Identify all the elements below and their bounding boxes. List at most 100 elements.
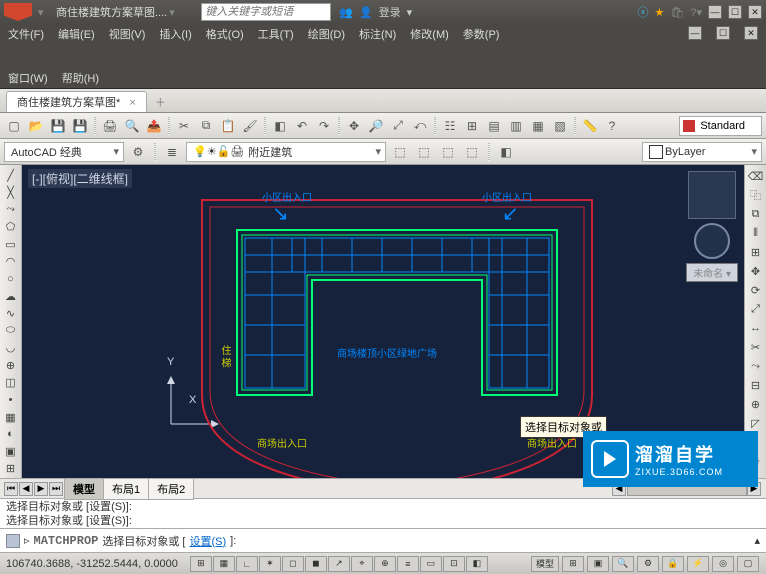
ducs-toggle[interactable]: ⌖	[351, 556, 373, 572]
rectangle-icon[interactable]: ▭	[2, 236, 20, 252]
scale-icon[interactable]: ⤢	[747, 300, 765, 318]
layer-tool-3-icon[interactable]: ⬚	[438, 142, 458, 162]
cut-icon[interactable]: ✂	[174, 116, 194, 136]
isolate-icon[interactable]: ◎	[712, 556, 734, 572]
polygon-icon[interactable]: ⬠	[2, 219, 20, 235]
command-icon[interactable]	[6, 534, 20, 548]
point-icon[interactable]: •	[2, 392, 20, 408]
publish-icon[interactable]: 📤	[144, 116, 164, 136]
spline-icon[interactable]: ∿	[2, 305, 20, 321]
dyn-toggle[interactable]: ⊕	[374, 556, 396, 572]
pan-icon[interactable]: ✥	[344, 116, 364, 136]
tab-prev-icon[interactable]: ◀	[19, 482, 33, 496]
help-icon[interactable]: ?▾	[690, 6, 702, 19]
chamfer-icon[interactable]: ◸	[747, 414, 765, 432]
zoom-window-icon[interactable]: ⤢	[388, 116, 408, 136]
unnamed-view-button[interactable]: 未命名 ▾	[686, 263, 738, 282]
search-people-icon[interactable]: 👥	[339, 6, 353, 19]
new-icon[interactable]: ▢	[4, 116, 24, 136]
zoom-prev-icon[interactable]: ⤺	[410, 116, 430, 136]
undo-icon[interactable]: ↶	[292, 116, 312, 136]
zoom-icon[interactable]: 🔎	[366, 116, 386, 136]
menu-insert[interactable]: 插入(I)	[159, 26, 191, 42]
exchange-x-icon[interactable]: ⓧ	[638, 4, 649, 20]
rotate-icon[interactable]: ⟳	[747, 281, 765, 299]
mdi-minimize-button[interactable]: —	[688, 26, 702, 40]
new-tab-plus-icon[interactable]: ＋	[149, 92, 172, 112]
menu-format[interactable]: 格式(O)	[206, 26, 244, 42]
gradient-icon[interactable]: ◐	[2, 426, 20, 442]
menu-edit[interactable]: 编辑(E)	[58, 26, 95, 42]
status-tool-1-icon[interactable]: ⊞	[562, 556, 584, 572]
color-combo[interactable]: ByLayer	[642, 142, 762, 162]
3dosnap-toggle[interactable]: ◼	[305, 556, 327, 572]
menu-draw[interactable]: 绘图(D)	[308, 26, 345, 42]
login-person-icon[interactable]: 👤	[359, 6, 373, 19]
menu-modify[interactable]: 修改(M)	[410, 26, 449, 42]
help2-icon[interactable]: ?	[602, 116, 622, 136]
tab-next-icon[interactable]: ▶	[34, 482, 48, 496]
polyline-icon[interactable]: ⤳	[2, 202, 20, 218]
menu-help[interactable]: 帮助(H)	[62, 70, 99, 86]
qat-dropdown-icon[interactable]: ▾	[38, 6, 48, 19]
layer-tool-4-icon[interactable]: ⬚	[462, 142, 482, 162]
ellipse-arc-icon[interactable]: ◡	[2, 340, 20, 356]
plot-icon[interactable]: 🖨	[100, 116, 120, 136]
otrack-toggle[interactable]: ↗	[328, 556, 350, 572]
preview-icon[interactable]: 🔍	[122, 116, 142, 136]
circle-icon[interactable]: ○	[2, 271, 20, 287]
favorite-star-icon[interactable]: ★	[655, 6, 665, 19]
open-icon[interactable]: 📂	[26, 116, 46, 136]
revcloud-icon[interactable]: ☁	[2, 288, 20, 304]
break-icon[interactable]: ⊟	[747, 376, 765, 394]
model-tab[interactable]: 模型	[64, 478, 104, 500]
viewport-label[interactable]: [-][俯视][二维线框]	[28, 169, 132, 188]
erase-icon[interactable]: ⌫	[747, 167, 765, 185]
menu-view[interactable]: 视图(V)	[109, 26, 146, 42]
save-icon[interactable]: 💾	[48, 116, 68, 136]
markup-icon[interactable]: ▦	[528, 116, 548, 136]
block-icon[interactable]: ◧	[270, 116, 290, 136]
menu-parametric[interactable]: 参数(P)	[463, 26, 500, 42]
offset-icon[interactable]: ⫴	[747, 224, 765, 242]
sc-toggle[interactable]: ◧	[466, 556, 488, 572]
measure-icon[interactable]: 📏	[580, 116, 600, 136]
region-icon[interactable]: ▣	[2, 444, 20, 460]
model-space-button[interactable]: 模型	[531, 556, 559, 572]
layer-combo[interactable]: 💡 ☀ 🔓 🖨 附近建筑	[186, 142, 386, 162]
view-cube[interactable]	[688, 171, 736, 219]
hatch-icon[interactable]: ▦	[2, 409, 20, 425]
tool-palettes-icon[interactable]: ▤	[484, 116, 504, 136]
qp-toggle[interactable]: ⊡	[443, 556, 465, 572]
array-icon[interactable]: ⊞	[747, 243, 765, 261]
snap-toggle[interactable]: ⊞	[190, 556, 212, 572]
copy-icon[interactable]: ⧉	[196, 116, 216, 136]
grid-toggle[interactable]: ▦	[213, 556, 235, 572]
polar-toggle[interactable]: ✶	[259, 556, 281, 572]
title-dropdown-icon[interactable]: ▾	[169, 6, 179, 19]
trim-icon[interactable]: ✂	[747, 338, 765, 356]
close-button[interactable]: ✕	[748, 5, 762, 19]
layout2-tab[interactable]: 布局2	[148, 478, 194, 500]
login-label[interactable]: 登录	[379, 4, 401, 20]
layer-tool-1-icon[interactable]: ⬚	[390, 142, 410, 162]
stretch-icon[interactable]: ↔	[747, 319, 765, 337]
workspace-combo[interactable]: AutoCAD 经典	[4, 142, 124, 162]
tab-last-icon[interactable]: ⏭	[49, 482, 63, 496]
mdi-close-button[interactable]: ✕	[744, 26, 758, 40]
table-icon[interactable]: ⊞	[2, 461, 20, 477]
layer-tool-2-icon[interactable]: ⬚	[414, 142, 434, 162]
cmd-expand-icon[interactable]: ▴	[754, 534, 760, 547]
menu-window[interactable]: 窗口(W)	[8, 70, 48, 86]
tab-first-icon[interactable]: ⏮	[4, 482, 18, 496]
color-control-icon[interactable]: ◧	[496, 142, 516, 162]
line-icon[interactable]: ╱	[2, 167, 20, 183]
matchprop-icon[interactable]: 🖌	[240, 116, 260, 136]
designcenter-icon[interactable]: ⊞	[462, 116, 482, 136]
properties-icon[interactable]: ☷	[440, 116, 460, 136]
nav-wheel[interactable]	[694, 223, 730, 259]
document-tab[interactable]: 商住楼建筑方案草图* ×	[6, 91, 147, 112]
coordinates[interactable]: 106740.3688, -31252.5444, 0.0000	[6, 558, 178, 570]
command-option-link[interactable]: 设置(S)	[189, 533, 226, 549]
layout1-tab[interactable]: 布局1	[103, 478, 149, 500]
